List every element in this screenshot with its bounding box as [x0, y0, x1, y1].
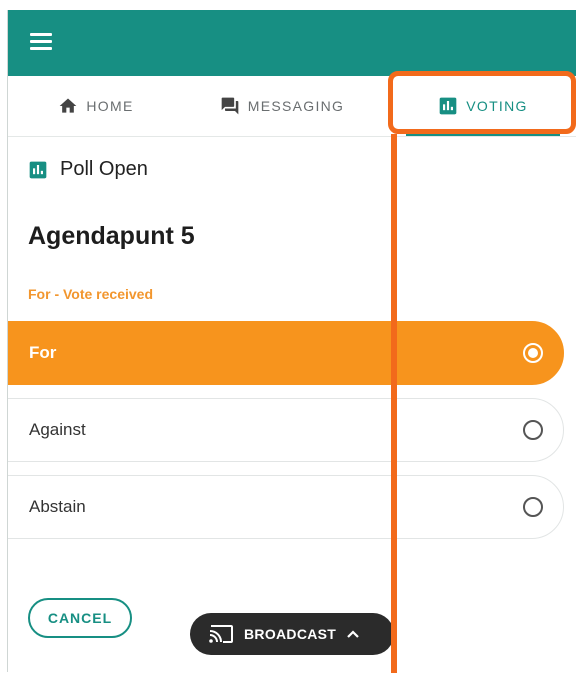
poll-title: Agendapunt 5	[28, 222, 195, 250]
tab-home[interactable]: HOME	[36, 76, 156, 136]
tab-messaging-label: MESSAGING	[247, 98, 345, 114]
broadcast-label: BROADCAST	[244, 626, 337, 642]
vote-option-against[interactable]: Against	[8, 398, 564, 462]
vote-option-label: Against	[29, 420, 86, 439]
vote-status-text: For - Vote received	[28, 286, 154, 302]
vote-option-abstain[interactable]: Abstain	[8, 475, 564, 539]
top-app-bar	[8, 10, 576, 76]
vote-option-for[interactable]: For	[8, 321, 564, 385]
chat-icon	[221, 97, 239, 115]
broadcast-button[interactable]: BROADCAST	[190, 613, 394, 655]
voting-tab-highlight	[388, 71, 576, 134]
radio-unselected-icon[interactable]	[523, 497, 543, 517]
chevron-up-icon	[347, 630, 359, 638]
tab-home-label: HOME	[86, 98, 134, 114]
radio-unselected-icon[interactable]	[523, 420, 543, 440]
vote-option-label: Abstain	[29, 497, 86, 516]
radio-selected-icon[interactable]	[523, 343, 543, 363]
vote-option-label: For	[29, 343, 57, 362]
cast-icon	[209, 625, 233, 643]
highlight-pointer-line	[391, 134, 397, 673]
poll-status-label: Poll Open	[60, 158, 148, 180]
cancel-button[interactable]: CANCEL	[28, 598, 132, 638]
home-icon	[60, 98, 77, 113]
poll-icon	[29, 161, 47, 178]
poll-status: Poll Open	[28, 158, 148, 181]
hamburger-menu-icon[interactable]	[30, 33, 52, 51]
tab-messaging[interactable]: MESSAGING	[208, 76, 356, 136]
